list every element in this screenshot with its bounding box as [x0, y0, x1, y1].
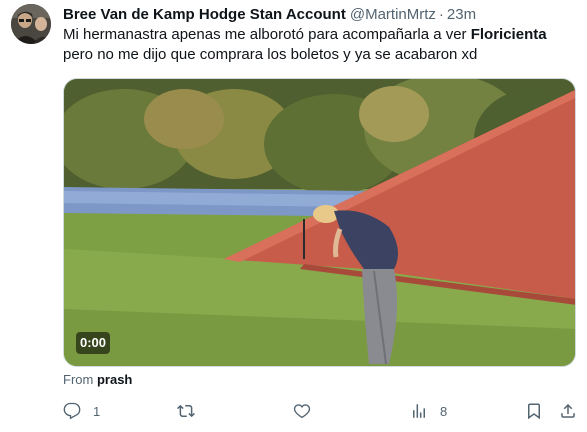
bookmark-button[interactable]: [525, 400, 543, 422]
video-frame: [64, 79, 575, 366]
video-source: From prash: [63, 372, 132, 388]
video-source-name[interactable]: prash: [97, 372, 132, 387]
separator-dot: ·: [438, 6, 444, 23]
author-display-name[interactable]: Bree Van de Kamp Hodge Stan Account: [63, 6, 346, 23]
video-player[interactable]: 0:00: [63, 78, 576, 367]
views-icon: [413, 404, 425, 418]
bookmark-icon: [528, 403, 540, 420]
share-button[interactable]: [559, 400, 577, 422]
tweet-actions: 1 8: [63, 400, 578, 422]
retweet-button[interactable]: [177, 400, 207, 422]
tweet-text: Mi hermanastra apenas me alborotó para a…: [63, 25, 573, 65]
avatar[interactable]: [11, 4, 51, 44]
heart-icon: [293, 404, 311, 419]
author-handle[interactable]: @MartinMrtz: [350, 6, 436, 23]
reply-button[interactable]: 1: [63, 400, 100, 422]
tweet-text-before: Mi hermanastra apenas me alborotó para a…: [63, 26, 471, 43]
reply-count: 1: [93, 403, 101, 419]
video-timestamp: 0:00: [76, 332, 111, 354]
views-count: 8: [440, 403, 448, 419]
like-button[interactable]: [293, 400, 323, 422]
tweet-text-bold: Floricienta: [470, 26, 547, 43]
tweet-card[interactable]: Bree Van de Kamp Hodge Stan Account @Mart…: [0, 0, 587, 432]
views-button[interactable]: 8: [410, 400, 447, 422]
tweet-text-after: pero no me dijo que comprara los boletos…: [63, 46, 478, 63]
retweet-icon: [177, 404, 195, 418]
share-icon: [561, 403, 575, 418]
avatar-image: [11, 4, 51, 44]
video-source-prefix: From: [63, 372, 94, 387]
tweet-header: Bree Van de Kamp Hodge Stan Account @Mart…: [63, 5, 476, 25]
reply-icon: [63, 402, 81, 420]
tweet-time[interactable]: 23m: [447, 6, 476, 23]
